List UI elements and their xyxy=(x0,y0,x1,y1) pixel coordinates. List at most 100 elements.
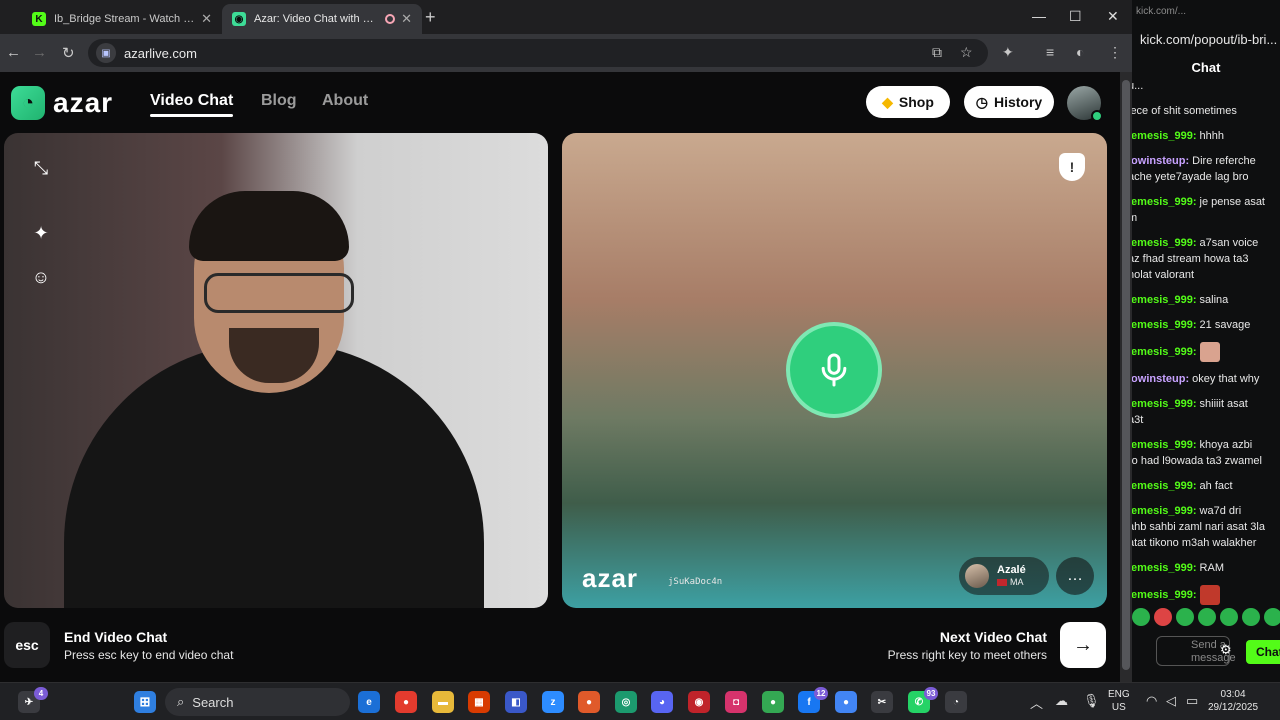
app-dark-icon[interactable]: ◔ xyxy=(945,691,967,713)
close-window-icon[interactable]: ✕ xyxy=(1107,8,1119,25)
chrome-green-icon[interactable]: ● xyxy=(762,691,784,713)
chat-bubble-icon[interactable]: … xyxy=(1056,557,1094,595)
chat-username[interactable]: lemesis_999: xyxy=(1132,237,1197,249)
shop-button[interactable]: ◆ Shop xyxy=(866,86,950,118)
tray-chevron-icon[interactable]: ︿ xyxy=(1030,693,1043,712)
azar-logo[interactable]: ◔ azar xyxy=(11,86,113,120)
chat-header: Chat xyxy=(1191,60,1221,75)
forward-icon[interactable]: → xyxy=(32,44,47,61)
capcut-icon[interactable]: ✂ xyxy=(871,691,893,713)
site-info-icon[interactable]: ▣ xyxy=(96,43,116,63)
peer-name: Azalé xyxy=(997,564,1026,576)
chat-username[interactable]: lemesis_999: xyxy=(1132,196,1197,208)
back-icon[interactable]: ← xyxy=(6,44,21,61)
whatsapp-icon[interactable]: ✆ 93 xyxy=(908,687,938,713)
tab-kick-stream[interactable]: K Ib_Bridge Stream - Watch Live o ✕ xyxy=(22,4,222,34)
reload-icon[interactable]: ↻ xyxy=(62,44,75,62)
extensions-icon[interactable]: ✦ xyxy=(1002,44,1014,61)
facebook-badge: 12 xyxy=(814,687,828,700)
chat-username[interactable]: lemesis_999: xyxy=(1132,294,1197,306)
app-green-icon[interactable]: ◎ xyxy=(615,691,637,713)
chat-username[interactable]: lowinsteup: xyxy=(1132,155,1189,167)
new-tab-button[interactable]: + xyxy=(425,7,436,28)
start-icon[interactable]: ⊞ xyxy=(134,691,156,713)
install-app-icon[interactable]: ⧉ xyxy=(932,44,942,61)
media-control-icon[interactable]: ≡ xyxy=(1046,44,1054,60)
emote-icon[interactable] xyxy=(1198,608,1216,626)
taskbar-search[interactable]: ⌕ Search xyxy=(165,688,350,716)
emote-icon[interactable] xyxy=(1220,608,1238,626)
chat-username[interactable]: lemesis_999: xyxy=(1132,505,1197,517)
chat-send-button[interactable]: Chat xyxy=(1246,640,1280,664)
app-red-icon[interactable]: ◉ xyxy=(688,691,710,713)
emote-icon[interactable] xyxy=(1132,608,1150,626)
recording-icon xyxy=(385,14,396,24)
next-chat-title: Next Video Chat xyxy=(939,629,1047,645)
emote-icon[interactable] xyxy=(1154,608,1172,626)
chat-username[interactable]: lowinsteup: xyxy=(1132,373,1189,385)
bookmark-star-icon[interactable]: ☆ xyxy=(960,44,973,61)
facebook-icon[interactable]: f 12 xyxy=(798,687,828,713)
chat-message: iece of shit sometimes xyxy=(1132,103,1278,119)
chrome-icon[interactable]: ● xyxy=(395,691,417,713)
effects-sparkle-icon[interactable]: ✦ xyxy=(26,218,56,248)
emote-icon[interactable] xyxy=(1242,608,1260,626)
face-filter-icon[interactable]: ☺ xyxy=(26,262,56,292)
widgets-icon[interactable]: ✈ 4 xyxy=(18,687,48,713)
gear-icon[interactable]: ⚙ xyxy=(1220,642,1232,658)
emote-icon[interactable] xyxy=(1176,608,1194,626)
nav-blog[interactable]: Blog xyxy=(261,92,297,110)
chrome-blue-icon[interactable]: ● xyxy=(835,691,857,713)
wifi-icon[interactable]: ◠ xyxy=(1146,693,1157,709)
end-chat-button[interactable]: esc xyxy=(4,622,50,668)
tab-azar[interactable]: ◉ Azar: Video Chat with New ✕ xyxy=(222,4,422,34)
kick-url[interactable]: kick.com/popout/ib-bri... xyxy=(1140,32,1277,47)
chat-username[interactable]: lemesis_999: xyxy=(1132,319,1197,331)
close-tab-icon[interactable]: ✕ xyxy=(401,11,412,27)
app-icon[interactable]: ◧ xyxy=(505,691,527,713)
chat-username[interactable]: lemesis_999: xyxy=(1132,346,1197,358)
close-tab-icon[interactable]: ✕ xyxy=(201,11,212,27)
edge-icon[interactable]: e xyxy=(358,691,380,713)
chat-username[interactable]: lemesis_999: xyxy=(1132,398,1197,410)
language-indicator[interactable]: ENG US xyxy=(1108,688,1130,714)
chat-username[interactable]: lemesis_999: xyxy=(1132,562,1197,574)
microphone-tray-icon[interactable]: 🎙 xyxy=(1083,693,1100,709)
store-icon[interactable]: ▦ xyxy=(468,691,490,713)
user-avatar[interactable] xyxy=(1067,86,1103,122)
history-button[interactable]: ◷ History xyxy=(964,86,1054,118)
chrome-profile-icon[interactable]: ● xyxy=(578,691,600,713)
maximize-icon[interactable]: ☐ xyxy=(1069,8,1082,25)
microphone-button[interactable] xyxy=(786,322,882,418)
profile-icon[interactable]: ◐ xyxy=(1076,44,1084,60)
next-chat-button[interactable]: → xyxy=(1060,622,1106,668)
chat-username[interactable]: lemesis_999: xyxy=(1132,439,1197,451)
page-scrollbar[interactable] xyxy=(1120,72,1132,682)
clock[interactable]: 03:04 29/12/2025 xyxy=(1208,688,1258,714)
chat-message: lemesis_999: shiiiit asat a3t xyxy=(1132,396,1278,428)
file-explorer-icon[interactable]: ▬ xyxy=(432,691,454,713)
self-camera-image xyxy=(44,173,484,608)
minimize-icon[interactable]: — xyxy=(1032,8,1046,24)
nav-video-chat[interactable]: Video Chat xyxy=(150,92,234,117)
chat-username[interactable]: lemesis_999: xyxy=(1132,130,1197,142)
chat-username[interactable]: lemesis_999: xyxy=(1132,480,1197,492)
chat-text: RAM xyxy=(1196,562,1224,574)
minimize-video-icon[interactable]: ⤡ xyxy=(26,153,56,183)
onedrive-icon[interactable]: ☁ xyxy=(1055,693,1068,709)
nav-about[interactable]: About xyxy=(322,92,368,110)
chat-message-input[interactable]: Send a message xyxy=(1156,636,1236,666)
menu-icon[interactable]: ⋮ xyxy=(1108,44,1122,61)
discord-icon[interactable]: ◕ xyxy=(651,691,673,713)
emote-icon[interactable] xyxy=(1264,608,1280,626)
instagram-icon[interactable]: ◘ xyxy=(725,691,747,713)
chat-username[interactable]: lemesis_999: xyxy=(1132,589,1197,601)
battery-icon[interactable]: ▭ xyxy=(1186,693,1198,709)
volume-icon[interactable]: ◁ xyxy=(1166,693,1176,709)
zoom-icon[interactable]: z xyxy=(542,691,564,713)
peer-profile-chip[interactable]: Azalé MA xyxy=(959,557,1049,595)
azar-favicon-icon: ◉ xyxy=(232,12,246,26)
report-shield-icon[interactable]: ! xyxy=(1059,153,1085,181)
url-input[interactable]: ▣ azarlive.com xyxy=(88,39,988,67)
self-video: ⤡ ✦ ☺ xyxy=(4,133,548,608)
